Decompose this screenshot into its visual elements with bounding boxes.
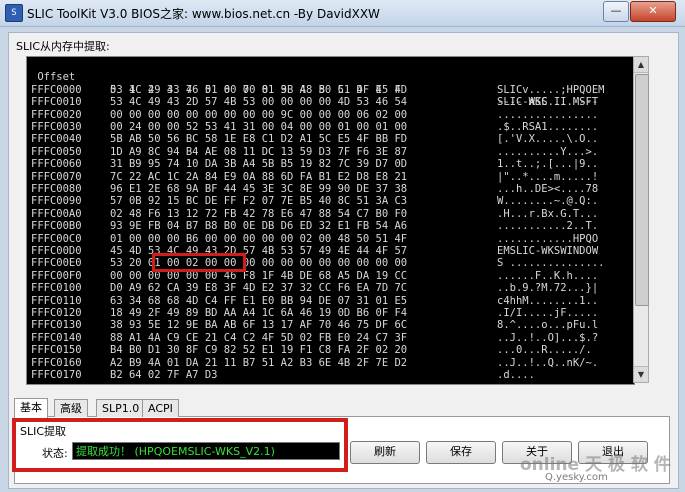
hex-view[interactable]: Offset 0 1 2 3 4 5 6 7 8 9 A B C D E F -… bbox=[26, 56, 635, 385]
row-address: FFFC0090 bbox=[31, 195, 82, 208]
row-bytes: 88 A1 4A C9 CE 21 C4 C2 4F 5D 02 FB E0 2… bbox=[110, 331, 408, 344]
row-address: FFFC00C0 bbox=[31, 232, 82, 245]
row-ascii: .I/I.....jF..... bbox=[497, 307, 599, 319]
row-ascii: ..J..!..Q..nK/~. bbox=[497, 356, 599, 369]
row-address: FFFC0150 bbox=[31, 344, 82, 357]
save-button[interactable]: 保存 bbox=[426, 441, 496, 464]
row-address: FFFC0040 bbox=[31, 133, 82, 146]
status-label: 状态: bbox=[42, 447, 68, 460]
row-ascii: |"..*....m.....! bbox=[497, 170, 599, 183]
row-address: FFFC0010 bbox=[31, 96, 82, 109]
row-address: FFFC00A0 bbox=[31, 207, 82, 220]
memory-group-label: SLIC从内存中提取: bbox=[16, 40, 110, 53]
row-bytes: 53 4C 49 43 76 01 00 00 01 3B 48 50 51 4… bbox=[110, 83, 408, 96]
row-ascii: ...0...R...../. bbox=[497, 344, 599, 357]
highlight-annotation bbox=[152, 253, 246, 272]
row-address: FFFC0170 bbox=[31, 369, 82, 381]
window-title: SLIC ToolKit V3.0 BIOS之家: www.bios.net.c… bbox=[27, 7, 380, 21]
watermark-url: Q.yesky.com bbox=[545, 472, 608, 483]
row-bytes: B4 B0 D1 30 8F C9 82 52 E1 19 F1 C8 FA 2… bbox=[110, 344, 408, 357]
row-address: FFFC0060 bbox=[31, 158, 82, 171]
row-ascii: SLICv.....;HPQOEM bbox=[497, 83, 605, 96]
row-bytes: 93 9E FB 04 B7 B8 B0 0E DB D6 ED 32 E1 F… bbox=[110, 220, 408, 233]
row-ascii: ...h..DE><....78 bbox=[497, 183, 599, 195]
row-ascii: W........~.@.Q:. bbox=[497, 195, 599, 208]
row-ascii: ...........2..T. bbox=[497, 220, 599, 233]
row-ascii: 8.^....o...pFu.l bbox=[497, 319, 599, 332]
row-bytes: 00 00 00 00 00 00 00 00 00 9C 00 00 00 0… bbox=[110, 108, 408, 121]
row-address: FFFC00D0 bbox=[31, 245, 82, 257]
row-address: FFFC0000 bbox=[31, 83, 82, 96]
row-ascii: .d.... bbox=[497, 369, 535, 381]
row-bytes: 01 00 00 00 B6 00 00 00 00 00 02 00 48 5… bbox=[110, 232, 408, 245]
row-address: FFFC00F0 bbox=[31, 269, 82, 282]
row-address: FFFC0110 bbox=[31, 294, 82, 307]
offset-header: Offset bbox=[31, 71, 76, 84]
row-address: FFFC0140 bbox=[31, 331, 82, 344]
row-address: FFFC0070 bbox=[31, 170, 82, 183]
row-bytes: 02 48 F6 13 12 72 FB 42 78 E6 47 88 54 C… bbox=[110, 207, 408, 220]
row-bytes: 53 4C 49 43 2D 57 4B 53 00 00 00 00 4D 5… bbox=[110, 96, 408, 109]
row-ascii: .$..RSA1........ bbox=[497, 121, 599, 133]
tab-advanced[interactable]: 高级 bbox=[54, 399, 88, 417]
row-bytes: D0 A9 62 CA 39 E8 3F 4D E2 37 32 CC F6 E… bbox=[110, 282, 408, 295]
scroll-thumb[interactable] bbox=[635, 74, 649, 306]
row-bytes: 1D A9 8C 94 B4 AE 08 11 DC 13 59 D3 7F F… bbox=[110, 145, 408, 158]
row-bytes: B2 64 02 7F A7 D3 bbox=[110, 369, 218, 381]
row-address: FFFC0050 bbox=[31, 145, 82, 158]
row-ascii: ............HPQO bbox=[497, 232, 599, 245]
row-address: FFFC00E0 bbox=[31, 257, 82, 270]
scroll-up-icon[interactable]: ▲ bbox=[634, 57, 648, 73]
row-bytes: 31 B9 95 74 10 DA 3B A4 5B B5 19 82 7C 3… bbox=[110, 158, 408, 171]
row-bytes: 7C 22 AC 1C 2A 84 E9 0A 88 6D FA B1 E2 D… bbox=[110, 170, 408, 183]
row-ascii: ..J..!..O]...$.? bbox=[497, 331, 599, 344]
row-bytes: 18 49 2F 49 89 BD AA A4 1C 6A 46 19 0D B… bbox=[110, 307, 408, 319]
row-ascii: ................ bbox=[497, 108, 599, 121]
row-bytes: 00 24 00 00 52 53 41 31 00 04 00 00 01 0… bbox=[110, 121, 408, 133]
row-ascii: S ............... bbox=[497, 257, 605, 270]
row-ascii: [.'V.X.....\.O.. bbox=[497, 133, 599, 146]
row-address: FFFC0160 bbox=[31, 356, 82, 369]
row-bytes: A2 B9 4A 01 DA 21 11 B7 51 A2 B3 6E 4B 2… bbox=[110, 356, 408, 369]
row-ascii: SLIC-WKS....MSFT bbox=[497, 96, 599, 109]
hex-scrollbar[interactable]: ▲ ▼ bbox=[633, 56, 649, 383]
title-bar: S SLIC ToolKit V3.0 BIOS之家: www.bios.net… bbox=[0, 0, 685, 27]
status-field: 提取成功！ (HPQOEMSLIC-WKS_V2.1) bbox=[72, 442, 340, 460]
row-address: FFFC00B0 bbox=[31, 220, 82, 233]
row-bytes: 96 E1 2E 68 9A BF 44 45 3E 3C 8E 99 90 D… bbox=[110, 183, 408, 195]
row-ascii: EMSLIC-WKSWINDOW bbox=[497, 245, 599, 257]
refresh-button[interactable]: 刷新 bbox=[350, 441, 420, 464]
row-ascii: ..b.9.?M.72...}| bbox=[497, 282, 599, 295]
row-address: FFFC0020 bbox=[31, 108, 82, 121]
app-icon: S bbox=[5, 4, 23, 22]
row-address: FFFC0030 bbox=[31, 121, 82, 133]
row-ascii: ......F..K.h.... bbox=[497, 269, 599, 282]
row-bytes: 38 93 5E 12 9E BA AB 6F 13 17 AF 70 46 7… bbox=[110, 319, 408, 332]
row-ascii: 1..t..;.[...|9.. bbox=[497, 158, 599, 171]
tab-slp10[interactable]: SLP1.0 bbox=[96, 399, 146, 417]
tab-basic[interactable]: 基本 bbox=[14, 398, 48, 418]
slic-section-title: SLIC提取 bbox=[20, 425, 67, 438]
row-bytes: 63 34 68 68 4D C4 FF E1 E0 BB 94 DE 07 3… bbox=[110, 294, 408, 307]
row-address: FFFC0080 bbox=[31, 183, 82, 195]
row-bytes: 57 0B 92 15 BC DE FF F2 07 7E B5 40 8C 5… bbox=[110, 195, 408, 208]
row-address: FFFC0130 bbox=[31, 319, 82, 332]
row-address: FFFC0120 bbox=[31, 307, 82, 319]
scroll-down-icon[interactable]: ▼ bbox=[634, 366, 648, 382]
row-bytes: 5B AB 50 56 BC 58 1E E8 C1 D2 A1 5C E5 4… bbox=[110, 133, 408, 146]
close-button[interactable]: ✕ bbox=[630, 1, 676, 22]
row-ascii: .H...r.Bx.G.T... bbox=[497, 207, 599, 220]
row-ascii: ..........Y...>. bbox=[497, 145, 599, 158]
tab-acpi[interactable]: ACPI bbox=[142, 399, 179, 417]
row-ascii: c4hhM........1.. bbox=[497, 294, 599, 307]
row-address: FFFC0100 bbox=[31, 282, 82, 295]
minimize-button[interactable]: — bbox=[603, 1, 629, 22]
